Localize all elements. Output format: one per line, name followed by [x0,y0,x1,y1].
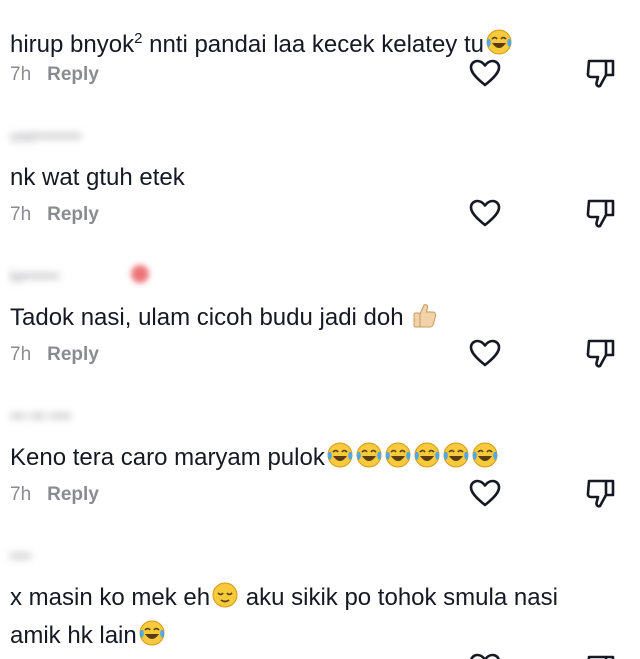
face-with-tears-of-joy-icon [355,441,383,469]
like-button[interactable] [468,198,502,228]
thumbs-down-outline-icon [584,476,618,510]
comment-meta: 7h Reply [10,340,99,370]
like-button[interactable] [468,58,502,88]
timestamp: 7h [10,64,32,85]
username[interactable]: user•••••••• [10,128,81,146]
dislike-button-partial[interactable] [584,652,618,659]
heart-outline-icon [468,338,502,368]
thumbs-down-outline-icon [584,196,618,230]
like-button[interactable] [468,338,502,368]
heart-outline-icon [468,198,502,228]
reply-button[interactable]: Reply [47,64,99,86]
face-with-tears-of-joy-icon [442,441,470,469]
relieved-face-icon [211,581,239,609]
heart-outline-icon [468,478,502,508]
comment-meta: 7h Reply [10,60,99,90]
comment-text: nk wat gtuh etek [10,164,185,191]
dislike-button[interactable] [584,336,618,370]
reply-button[interactable]: Reply [47,204,99,226]
like-button[interactable] [468,478,502,508]
thumbs-up-icon [411,301,439,329]
comment-text: x masin ko mek eh aku sikik po tohok smu… [10,577,610,619]
comment-text: hirup bnyok2 nnti pandai laa kecek kelat… [10,18,610,66]
timestamp: 7h [10,204,32,225]
face-with-tears-of-joy-icon [326,441,354,469]
comment-text-line-2: amik hk lain [10,615,610,657]
heart-outline-icon [468,652,502,659]
timestamp: 7h [10,484,32,505]
face-with-tears-of-joy-icon [485,28,513,56]
face-with-tears-of-joy-icon [413,441,441,469]
thumbs-down-outline-icon [584,336,618,370]
username[interactable]: •••• [10,548,31,566]
dislike-button[interactable] [584,476,618,510]
dislike-button[interactable] [584,56,618,90]
face-with-tears-of-joy-icon [384,441,412,469]
timestamp: 7h [10,344,32,365]
comment-text: Keno tera caro maryam pulok [10,437,610,479]
reply-button[interactable]: Reply [47,344,99,366]
comment-meta: 7h Reply [10,480,99,510]
reply-button[interactable]: Reply [47,484,99,506]
face-with-tears-of-joy-icon [471,441,499,469]
blurred-emoji-icon [131,265,149,283]
heart-outline-icon [468,58,502,88]
face-with-tears-of-joy-icon [138,619,166,647]
thumbs-down-outline-icon [584,652,618,659]
dislike-button[interactable] [584,196,618,230]
comment-meta: 7h Reply [10,200,99,230]
username[interactable]: ta••••••• [10,268,59,286]
comment-text: Tadok nasi, ulam cicoh budu jadi doh [10,297,610,339]
thumbs-down-outline-icon [584,56,618,90]
username[interactable]: ••• ••• •••• [10,408,71,426]
like-button-partial[interactable] [468,652,502,659]
